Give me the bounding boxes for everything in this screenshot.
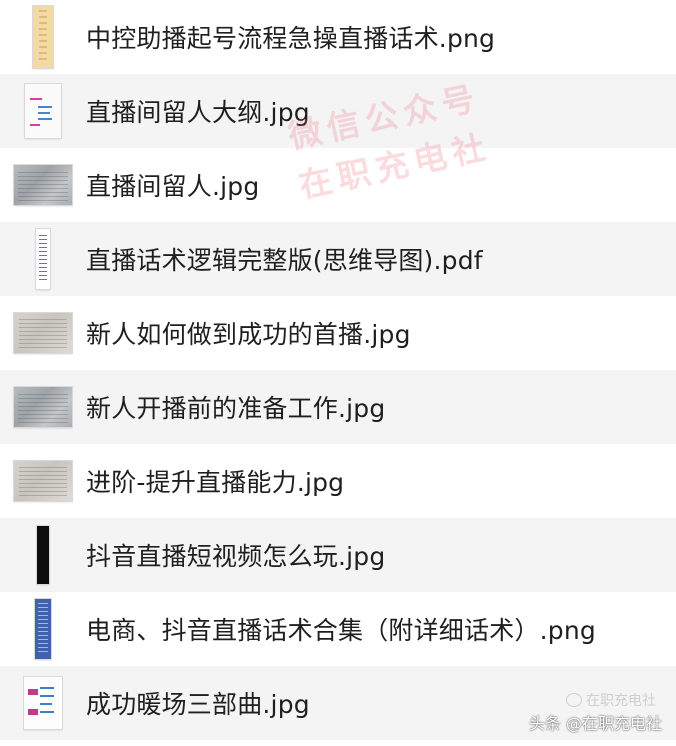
pdf-thumbnail-icon	[36, 229, 50, 289]
thumb-wrap	[0, 370, 86, 444]
mindmap-thumbnail-icon	[24, 677, 62, 729]
mindmap-thumbnail-icon	[25, 84, 61, 138]
thumb-wrap	[0, 666, 86, 740]
thumb-wrap	[0, 222, 86, 296]
file-name: 直播话术逻辑完整版(思维导图).pdf	[86, 246, 483, 275]
file-row[interactable]: 直播间留人.jpg	[0, 148, 676, 222]
file-list: 中控助播起号流程急操直播话术.png 直播间留人大纲.jpg 直播间留人.jpg…	[0, 0, 676, 740]
file-name: 直播间留人.jpg	[86, 172, 260, 201]
file-row[interactable]: 电商、抖音直播话术合集（附详细话术）.png	[0, 592, 676, 666]
file-row[interactable]: 直播间留人大纲.jpg	[0, 74, 676, 148]
file-row[interactable]: 抖音直播短视频怎么玩.jpg	[0, 518, 676, 592]
file-name: 进阶-提升直播能力.jpg	[86, 468, 345, 497]
file-name: 成功暖场三部曲.jpg	[86, 690, 310, 719]
file-row[interactable]: 新人如何做到成功的首播.jpg	[0, 296, 676, 370]
thumb-wrap	[0, 592, 86, 666]
photo-thumbnail-icon	[14, 387, 72, 427]
thumb-wrap	[0, 74, 86, 148]
credit-mark-text: 在职充电社	[586, 693, 656, 709]
file-name: 抖音直播短视频怎么玩.jpg	[86, 542, 386, 571]
photo-thumbnail-icon	[14, 165, 72, 205]
thumb-wrap	[0, 148, 86, 222]
thumb-wrap	[0, 444, 86, 518]
black-thumbnail-icon	[37, 526, 49, 584]
credit-mark: 在职充电社	[566, 690, 656, 710]
file-row[interactable]: 新人开播前的准备工作.jpg	[0, 370, 676, 444]
file-row[interactable]: 中控助播起号流程急操直播话术.png	[0, 0, 676, 74]
credit: 头条 @在职充电社	[529, 710, 662, 734]
file-name: 新人开播前的准备工作.jpg	[86, 394, 386, 423]
file-name: 新人如何做到成功的首播.jpg	[86, 320, 411, 349]
thumb-wrap	[0, 0, 86, 74]
credit-text: 头条 @在职充电社	[528, 714, 662, 733]
wechat-icon	[566, 693, 582, 707]
thumb-wrap	[0, 296, 86, 370]
file-name: 电商、抖音直播话术合集（附详细话术）.png	[86, 616, 596, 645]
photo-thumbnail-icon	[14, 461, 72, 501]
photo-thumbnail-icon	[14, 313, 72, 353]
file-row[interactable]: 进阶-提升直播能力.jpg	[0, 444, 676, 518]
file-name: 直播间留人大纲.jpg	[86, 98, 310, 127]
blue-thumbnail-icon	[35, 599, 51, 659]
tall-beige-icon	[33, 6, 53, 68]
thumb-wrap	[0, 518, 86, 592]
file-name: 中控助播起号流程急操直播话术.png	[86, 24, 496, 53]
file-row[interactable]: 直播话术逻辑完整版(思维导图).pdf	[0, 222, 676, 296]
